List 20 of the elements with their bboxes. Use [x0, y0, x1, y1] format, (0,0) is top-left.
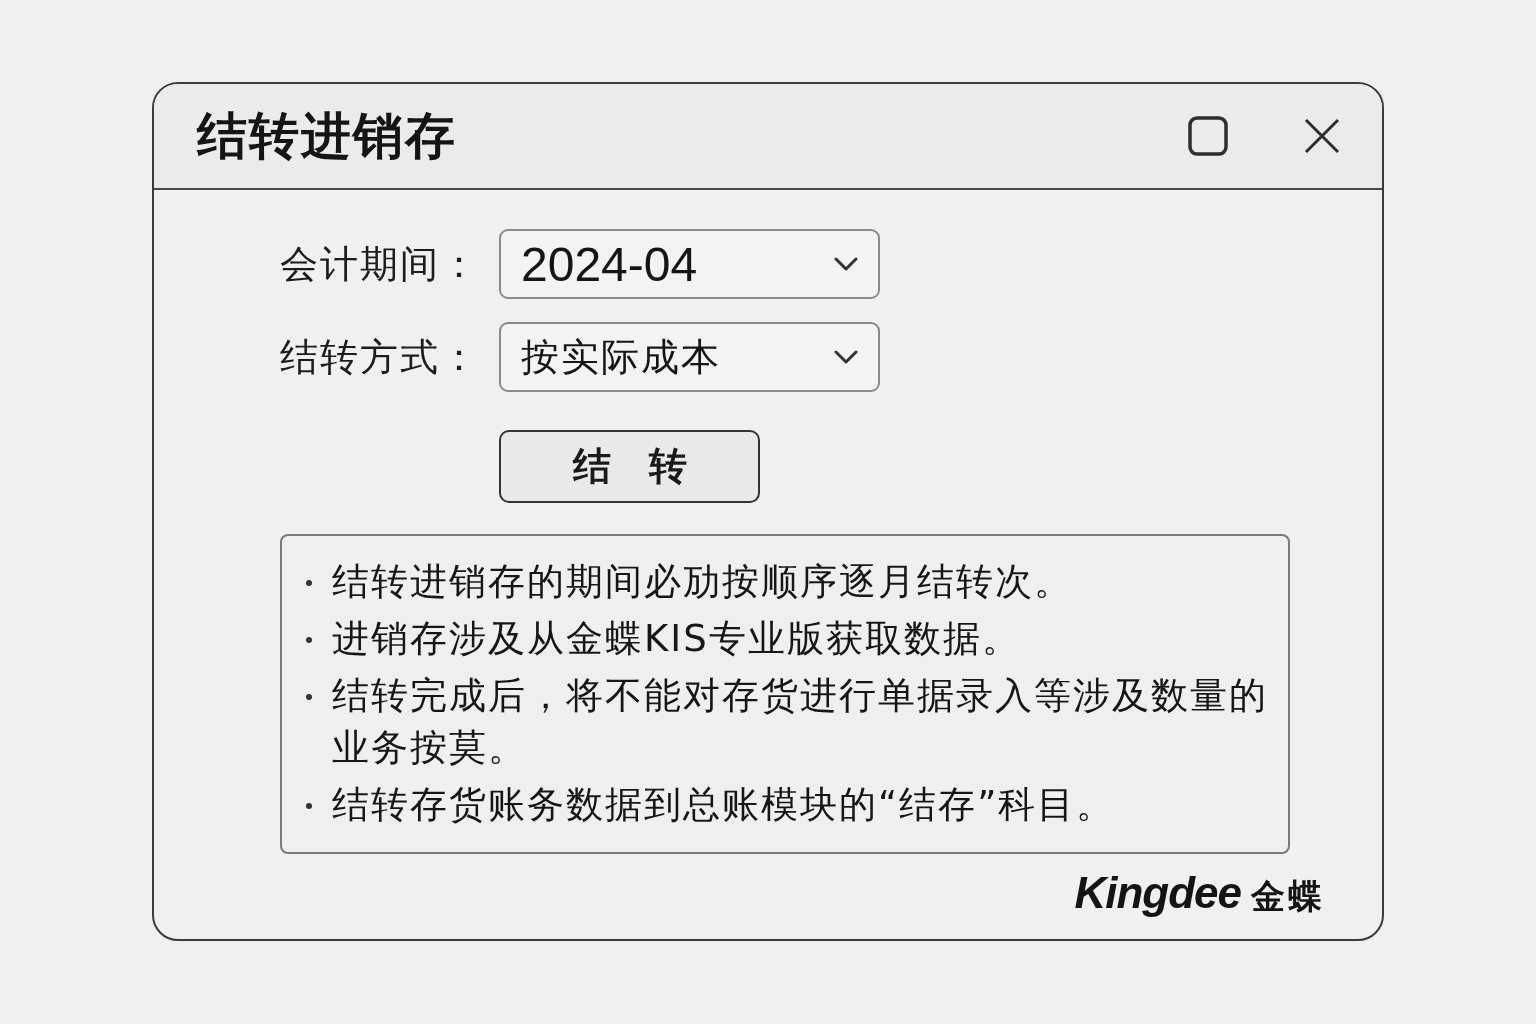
field-label: 结转方式： — [280, 333, 481, 381]
bullet-icon — [306, 803, 312, 809]
dropdown-field[interactable]: 2024-04 — [499, 229, 880, 299]
maximize-icon[interactable] — [1188, 116, 1228, 156]
carry-forward-button[interactable]: 结 转 — [499, 430, 760, 503]
bullet-icon — [306, 694, 312, 700]
bullet-icon — [306, 580, 312, 586]
note-text: 结转存货账务数据到总账模块的“结存”科目。 — [332, 782, 1117, 828]
bullet-icon — [306, 637, 312, 643]
brand-wordmark: Kingdee — [1074, 868, 1241, 918]
note-text: 结转完成后，将不能对存货进行单据录入等涉及数量的业务按莫。 — [332, 673, 1269, 771]
note-text: 进销存涉及从金蝶KIS专业版获取数据。 — [332, 616, 1022, 662]
dropdown-field[interactable]: 按实际成本 — [499, 322, 880, 392]
close-icon[interactable] — [1304, 118, 1340, 154]
field-label: 会计期间： — [280, 240, 481, 288]
note-text: 结转进销存的期间必劢按顺序逐月结转次。 — [332, 559, 1074, 605]
chevron-down-icon — [834, 350, 858, 364]
chevron-down-icon — [834, 257, 858, 271]
window-title: 结转进销存 — [197, 105, 457, 167]
brand-name: 金蝶 — [1251, 875, 1325, 918]
